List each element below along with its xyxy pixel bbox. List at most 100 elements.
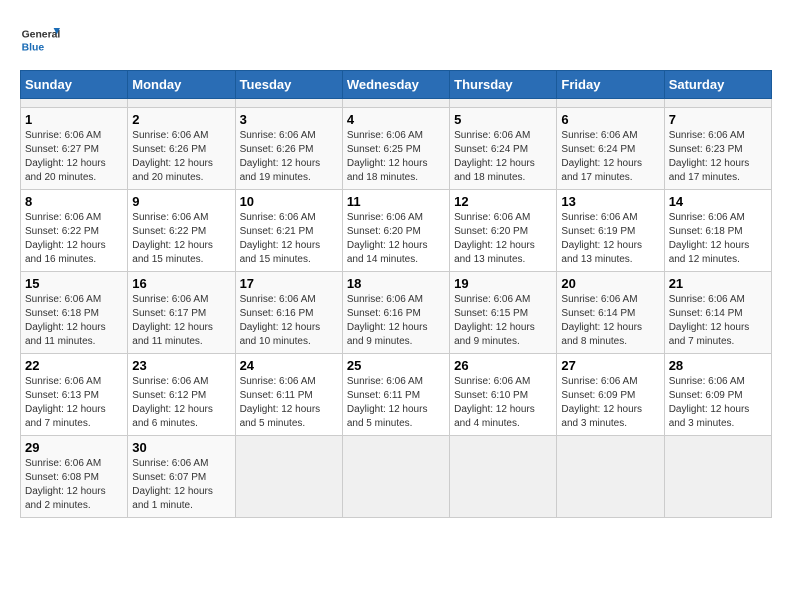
calendar-cell: 13 Sunrise: 6:06 AMSunset: 6:19 PMDayligh… bbox=[557, 190, 664, 272]
calendar-header-row: SundayMondayTuesdayWednesdayThursdayFrid… bbox=[21, 71, 772, 99]
day-number: 18 bbox=[347, 276, 445, 291]
calendar-cell bbox=[664, 436, 771, 518]
day-detail: Sunrise: 6:06 AMSunset: 6:24 PMDaylight:… bbox=[454, 129, 552, 185]
day-detail: Sunrise: 6:06 AMSunset: 6:07 PMDaylight:… bbox=[132, 457, 230, 513]
calendar-cell: 8 Sunrise: 6:06 AMSunset: 6:22 PMDaylight… bbox=[21, 190, 128, 272]
day-detail: Sunrise: 6:06 AMSunset: 6:27 PMDaylight:… bbox=[25, 129, 123, 185]
day-number: 8 bbox=[25, 194, 123, 209]
day-number: 11 bbox=[347, 194, 445, 209]
day-number: 3 bbox=[240, 112, 338, 127]
calendar-cell: 26 Sunrise: 6:06 AMSunset: 6:10 PMDayligh… bbox=[450, 354, 557, 436]
day-number: 13 bbox=[561, 194, 659, 209]
calendar-cell: 14Sunrise: 6:06 AMSunset: 6:18 PMDayligh… bbox=[664, 190, 771, 272]
day-header: Thursday bbox=[450, 71, 557, 99]
calendar-cell: 15Sunrise: 6:06 AMSunset: 6:18 PMDayligh… bbox=[21, 272, 128, 354]
day-detail: Sunrise: 6:06 AMSunset: 6:19 PMDaylight:… bbox=[561, 211, 659, 267]
calendar-cell: 18Sunrise: 6:06 AMSunset: 6:16 PMDayligh… bbox=[342, 272, 449, 354]
day-detail: Sunrise: 6:06 AMSunset: 6:14 PMDaylight:… bbox=[561, 293, 659, 349]
day-number: 4 bbox=[347, 112, 445, 127]
calendar-cell: 16Sunrise: 6:06 AMSunset: 6:17 PMDayligh… bbox=[128, 272, 235, 354]
day-detail: Sunrise: 6:06 AMSunset: 6:26 PMDaylight:… bbox=[240, 129, 338, 185]
calendar-week-row: 8 Sunrise: 6:06 AMSunset: 6:22 PMDaylight… bbox=[21, 190, 772, 272]
day-detail: Sunrise: 6:06 AMSunset: 6:25 PMDaylight:… bbox=[347, 129, 445, 185]
day-detail: Sunrise: 6:06 AMSunset: 6:20 PMDaylight:… bbox=[347, 211, 445, 267]
day-header: Sunday bbox=[21, 71, 128, 99]
day-number: 2 bbox=[132, 112, 230, 127]
day-detail: Sunrise: 6:06 AMSunset: 6:12 PMDaylight:… bbox=[132, 375, 230, 431]
day-detail: Sunrise: 6:06 AMSunset: 6:14 PMDaylight:… bbox=[669, 293, 767, 349]
day-number: 15 bbox=[25, 276, 123, 291]
day-number: 1 bbox=[25, 112, 123, 127]
calendar-cell bbox=[235, 99, 342, 108]
day-detail: Sunrise: 6:06 AMSunset: 6:23 PMDaylight:… bbox=[669, 129, 767, 185]
calendar-cell: 28Sunrise: 6:06 AMSunset: 6:09 PMDayligh… bbox=[664, 354, 771, 436]
svg-text:General: General bbox=[22, 30, 60, 41]
day-number: 16 bbox=[132, 276, 230, 291]
calendar-table: SundayMondayTuesdayWednesdayThursdayFrid… bbox=[20, 70, 772, 518]
day-detail: Sunrise: 6:06 AMSunset: 6:21 PMDaylight:… bbox=[240, 211, 338, 267]
day-header: Saturday bbox=[664, 71, 771, 99]
day-number: 27 bbox=[561, 358, 659, 373]
calendar-cell: 1 Sunrise: 6:06 AMSunset: 6:27 PMDaylight… bbox=[21, 108, 128, 190]
calendar-cell: 23Sunrise: 6:06 AMSunset: 6:12 PMDayligh… bbox=[128, 354, 235, 436]
day-number: 19 bbox=[454, 276, 552, 291]
day-detail: Sunrise: 6:06 AMSunset: 6:20 PMDaylight:… bbox=[454, 211, 552, 267]
calendar-cell: 21 Sunrise: 6:06 AMSunset: 6:14 PMDayligh… bbox=[664, 272, 771, 354]
calendar-cell bbox=[557, 436, 664, 518]
day-number: 10 bbox=[240, 194, 338, 209]
calendar-cell: 9 Sunrise: 6:06 AMSunset: 6:22 PMDaylight… bbox=[128, 190, 235, 272]
calendar-cell: 4 Sunrise: 6:06 AMSunset: 6:25 PMDaylight… bbox=[342, 108, 449, 190]
calendar-cell bbox=[21, 99, 128, 108]
logo-icon: General Blue bbox=[20, 20, 60, 60]
day-number: 6 bbox=[561, 112, 659, 127]
calendar-cell bbox=[557, 99, 664, 108]
day-number: 12 bbox=[454, 194, 552, 209]
calendar-cell: 5 Sunrise: 6:06 AMSunset: 6:24 PMDaylight… bbox=[450, 108, 557, 190]
day-detail: Sunrise: 6:06 AMSunset: 6:09 PMDaylight:… bbox=[669, 375, 767, 431]
day-number: 30 bbox=[132, 440, 230, 455]
calendar-cell bbox=[128, 99, 235, 108]
day-detail: Sunrise: 6:06 AMSunset: 6:11 PMDaylight:… bbox=[347, 375, 445, 431]
calendar-cell: 17 Sunrise: 6:06 AMSunset: 6:16 PMDayligh… bbox=[235, 272, 342, 354]
day-detail: Sunrise: 6:06 AMSunset: 6:09 PMDaylight:… bbox=[561, 375, 659, 431]
page-header: General Blue bbox=[20, 20, 772, 60]
calendar-week-row: 1 Sunrise: 6:06 AMSunset: 6:27 PMDaylight… bbox=[21, 108, 772, 190]
day-number: 26 bbox=[454, 358, 552, 373]
day-number: 21 bbox=[669, 276, 767, 291]
calendar-cell: 20Sunrise: 6:06 AMSunset: 6:14 PMDayligh… bbox=[557, 272, 664, 354]
day-header: Wednesday bbox=[342, 71, 449, 99]
day-number: 22 bbox=[25, 358, 123, 373]
day-detail: Sunrise: 6:06 AMSunset: 6:10 PMDaylight:… bbox=[454, 375, 552, 431]
calendar-cell: 12 Sunrise: 6:06 AMSunset: 6:20 PMDayligh… bbox=[450, 190, 557, 272]
calendar-cell: 19 Sunrise: 6:06 AMSunset: 6:15 PMDayligh… bbox=[450, 272, 557, 354]
calendar-cell: 22 Sunrise: 6:06 AMSunset: 6:13 PMDayligh… bbox=[21, 354, 128, 436]
svg-text:Blue: Blue bbox=[22, 42, 45, 53]
calendar-cell: 11 Sunrise: 6:06 AMSunset: 6:20 PMDayligh… bbox=[342, 190, 449, 272]
calendar-cell: 7 Sunrise: 6:06 AMSunset: 6:23 PMDaylight… bbox=[664, 108, 771, 190]
day-detail: Sunrise: 6:06 AMSunset: 6:26 PMDaylight:… bbox=[132, 129, 230, 185]
day-header: Monday bbox=[128, 71, 235, 99]
calendar-cell bbox=[342, 436, 449, 518]
calendar-cell: 29Sunrise: 6:06 AMSunset: 6:08 PMDayligh… bbox=[21, 436, 128, 518]
day-detail: Sunrise: 6:06 AMSunset: 6:16 PMDaylight:… bbox=[240, 293, 338, 349]
calendar-cell: 3 Sunrise: 6:06 AMSunset: 6:26 PMDaylight… bbox=[235, 108, 342, 190]
calendar-cell bbox=[664, 99, 771, 108]
calendar-cell bbox=[235, 436, 342, 518]
calendar-cell bbox=[450, 436, 557, 518]
day-detail: Sunrise: 6:06 AMSunset: 6:22 PMDaylight:… bbox=[132, 211, 230, 267]
day-number: 9 bbox=[132, 194, 230, 209]
day-number: 24 bbox=[240, 358, 338, 373]
day-number: 5 bbox=[454, 112, 552, 127]
day-detail: Sunrise: 6:06 AMSunset: 6:22 PMDaylight:… bbox=[25, 211, 123, 267]
day-detail: Sunrise: 6:06 AMSunset: 6:13 PMDaylight:… bbox=[25, 375, 123, 431]
day-header: Friday bbox=[557, 71, 664, 99]
calendar-cell: 25Sunrise: 6:06 AMSunset: 6:11 PMDayligh… bbox=[342, 354, 449, 436]
day-number: 7 bbox=[669, 112, 767, 127]
day-detail: Sunrise: 6:06 AMSunset: 6:18 PMDaylight:… bbox=[669, 211, 767, 267]
calendar-week-row: 22 Sunrise: 6:06 AMSunset: 6:13 PMDayligh… bbox=[21, 354, 772, 436]
day-detail: Sunrise: 6:06 AMSunset: 6:11 PMDaylight:… bbox=[240, 375, 338, 431]
day-detail: Sunrise: 6:06 AMSunset: 6:15 PMDaylight:… bbox=[454, 293, 552, 349]
calendar-week-row: 29Sunrise: 6:06 AMSunset: 6:08 PMDayligh… bbox=[21, 436, 772, 518]
day-number: 17 bbox=[240, 276, 338, 291]
calendar-cell: 10 Sunrise: 6:06 AMSunset: 6:21 PMDayligh… bbox=[235, 190, 342, 272]
